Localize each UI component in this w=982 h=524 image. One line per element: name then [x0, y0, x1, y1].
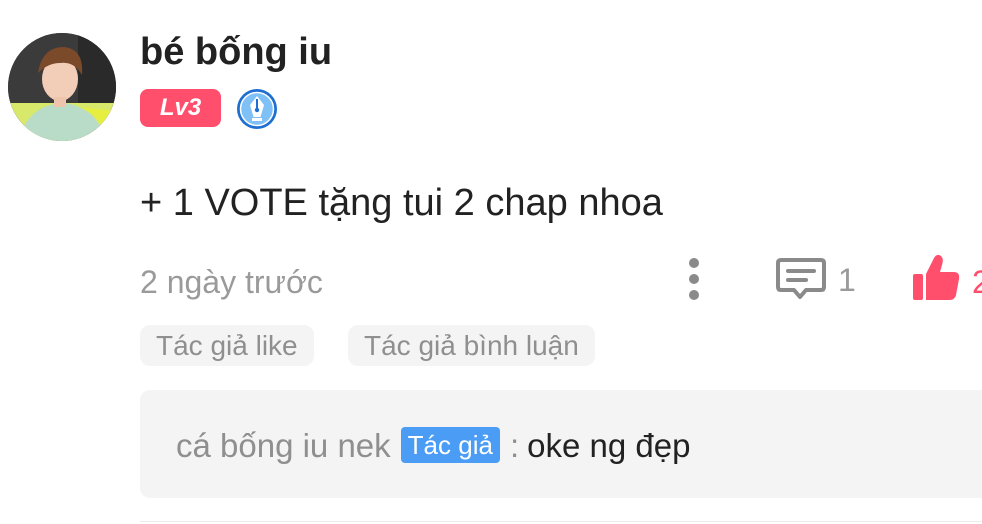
- avatar[interactable]: [8, 33, 116, 141]
- author-like-tag: Tác giả like: [140, 325, 314, 366]
- reply-count: 1: [838, 262, 856, 298]
- level-badge: Lv3: [140, 89, 221, 127]
- comment-time: 2 ngày trước: [140, 264, 323, 300]
- username[interactable]: bé bống iu: [140, 30, 332, 74]
- reply-author-name[interactable]: cá bống iu nek: [176, 427, 391, 464]
- reply-separator: :: [509, 427, 520, 464]
- reply-button[interactable]: 1: [776, 256, 866, 304]
- like-button[interactable]: 2: [910, 252, 982, 306]
- comment-text: + 1 VOTE tặng tui 2 chap nhoa: [140, 182, 663, 224]
- more-icon-dot: [689, 274, 699, 284]
- reply-preview[interactable]: cá bống iu nek Tác giả: oke ng đẹp: [140, 390, 982, 498]
- thumbs-up-icon: [913, 254, 960, 300]
- comment-icon: [776, 258, 826, 299]
- author-reply-tag: Tác giả bình luận: [348, 325, 595, 366]
- more-icon-dot: [689, 258, 699, 268]
- author-badge: Tác giả: [400, 427, 500, 463]
- more-icon-dot: [689, 290, 699, 300]
- like-count: 2: [972, 264, 982, 300]
- reply-text: oke ng đẹp: [527, 427, 691, 464]
- reply-line: cá bống iu nek Tác giả: oke ng đẹp: [176, 426, 690, 466]
- more-options-button[interactable]: [680, 256, 708, 302]
- avatar-image: [8, 33, 116, 141]
- rank-badge-icon: [236, 88, 278, 130]
- divider: [140, 521, 982, 522]
